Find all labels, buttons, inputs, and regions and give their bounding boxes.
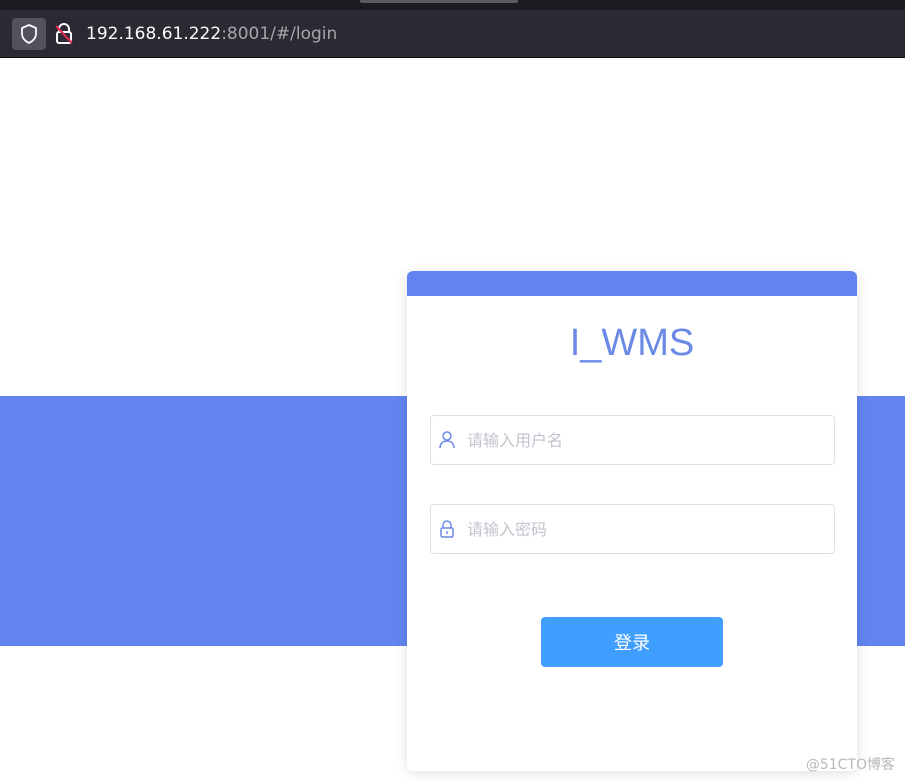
url-path: :8001/#/login: [221, 24, 338, 44]
password-field[interactable]: [430, 504, 835, 554]
user-icon: [439, 431, 455, 449]
page-title: I_WMS: [569, 322, 695, 364]
shield-icon: [21, 24, 37, 44]
card-header-bar: [407, 271, 857, 296]
password-input[interactable]: [467, 505, 827, 553]
watermark: @51CTO博客: [805, 757, 895, 773]
insecure-lock-icon[interactable]: [54, 23, 74, 45]
browser-tabstrip: [0, 0, 905, 10]
url-host: 192.168.61.222: [86, 24, 222, 44]
tracking-protection-button[interactable]: [12, 18, 46, 50]
active-tab-indicator[interactable]: [360, 0, 518, 3]
username-field[interactable]: [430, 415, 835, 465]
login-button[interactable]: 登录: [541, 617, 723, 667]
browser-url-bar: 192.168.61.222:8001/#/login: [0, 10, 905, 58]
username-input[interactable]: [467, 416, 827, 464]
lock-icon: [440, 520, 454, 538]
url-field[interactable]: 192.168.61.222:8001/#/login: [86, 23, 337, 45]
login-card: I_WMS 登录: [407, 271, 857, 771]
page-content: I_WMS 登录 @51CTO博客: [0, 59, 905, 782]
